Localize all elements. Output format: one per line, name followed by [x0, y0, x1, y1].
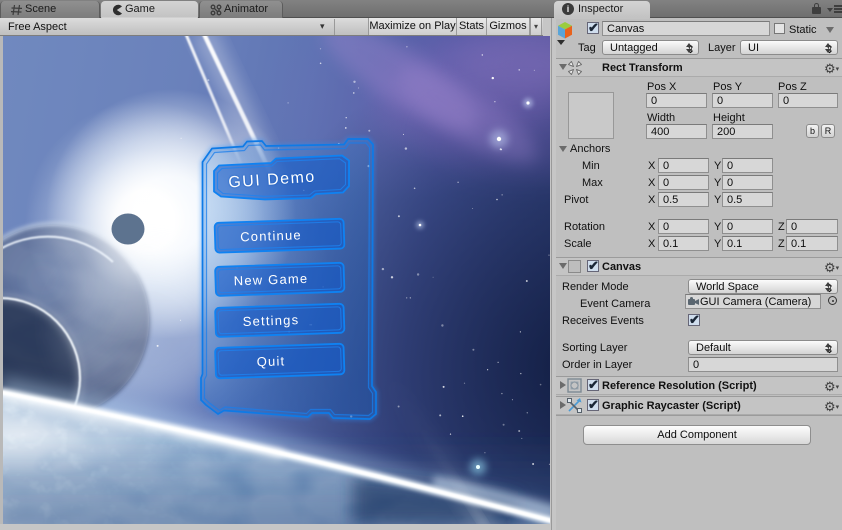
- svg-text:New Game: New Game: [233, 271, 308, 288]
- svg-text:Settings: Settings: [242, 312, 299, 329]
- svg-text:Continue: Continue: [240, 227, 302, 244]
- svg-text:Quit: Quit: [256, 353, 285, 369]
